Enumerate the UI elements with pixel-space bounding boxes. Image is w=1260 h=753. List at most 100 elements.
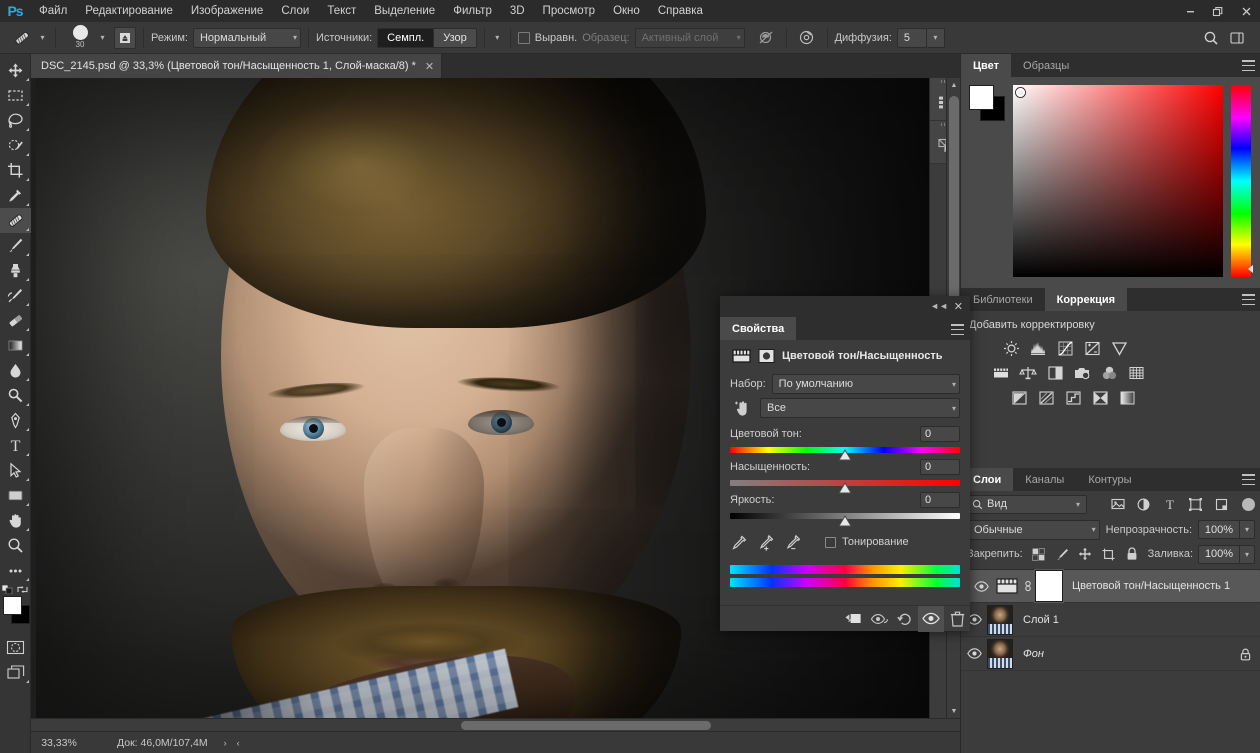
source-sampled-button[interactable]: Семпл.	[377, 27, 435, 48]
photo-filter-icon[interactable]	[1070, 362, 1094, 384]
eyedropper-tool[interactable]	[0, 183, 31, 208]
diffusion-field[interactable]: 5	[896, 27, 927, 48]
lightness-value[interactable]: 0	[920, 491, 960, 508]
view-previous-state-icon[interactable]	[866, 606, 892, 632]
close-icon[interactable]: ✕	[954, 300, 963, 313]
properties-panel-titlebar[interactable]: ◄◄ ✕	[720, 296, 970, 318]
layer-thumbnail[interactable]	[987, 638, 1013, 669]
screen-mode-button[interactable]	[0, 660, 31, 685]
workspace-switcher-icon[interactable]	[1224, 27, 1250, 49]
levels-icon[interactable]	[1026, 337, 1050, 359]
close-icon[interactable]: ✕	[425, 60, 434, 73]
rectangle-tool[interactable]	[0, 483, 31, 508]
menu-item-file[interactable]: Файл	[30, 0, 76, 22]
menu-item-help[interactable]: Справка	[649, 0, 712, 22]
document-tab[interactable]: DSC_2145.psd @ 33,3% (Цветовой тон/Насыщ…	[31, 54, 443, 78]
panel-menu-icon[interactable]	[1242, 294, 1255, 305]
black-white-icon[interactable]	[1043, 362, 1067, 384]
layer-visibility-toggle[interactable]	[968, 569, 994, 603]
delete-adjustment-icon[interactable]	[944, 606, 970, 632]
mask-link-icon[interactable]	[1020, 579, 1036, 593]
layer-filter-select[interactable]: Вид ▾	[967, 494, 1087, 514]
tab-adjustments[interactable]: Коррекция	[1044, 288, 1128, 311]
brush-tool[interactable]	[0, 233, 31, 258]
layer-name[interactable]: Слой 1	[1023, 614, 1059, 626]
blur-tool[interactable]	[0, 358, 31, 383]
slider-handle[interactable]	[838, 515, 852, 527]
history-brush-tool[interactable]	[0, 283, 31, 308]
filter-enable-toggle[interactable]	[1242, 497, 1255, 511]
scroll-up-icon[interactable]: ▲	[947, 78, 961, 92]
layer-thumbnail[interactable]	[987, 604, 1013, 635]
lock-all-icon[interactable]	[1124, 547, 1138, 562]
zoom-tool[interactable]	[0, 533, 31, 558]
type-filter-icon[interactable]: T	[1162, 495, 1177, 513]
edit-toolbar-tool[interactable]	[0, 558, 31, 583]
scroll-down-icon[interactable]: ▼	[947, 704, 961, 718]
menu-item-3d[interactable]: 3D	[501, 0, 534, 22]
fill-value[interactable]: 100%	[1198, 544, 1241, 564]
layer-name[interactable]: Цветовой тон/Насыщенность 1	[1072, 580, 1230, 592]
menu-item-image[interactable]: Изображение	[182, 0, 272, 22]
lock-artboard-icon[interactable]	[1101, 547, 1115, 562]
curves-icon[interactable]	[1053, 337, 1077, 359]
threshold-icon[interactable]	[1061, 387, 1085, 409]
hue-range-bar-result[interactable]	[730, 578, 960, 587]
fill-control[interactable]: 100% ▾	[1198, 544, 1256, 564]
healing-brush-tool[interactable]	[0, 208, 31, 233]
hue-value[interactable]: 0	[920, 425, 960, 442]
canvas-horizontal-scrollbar[interactable]	[31, 718, 960, 731]
tab-properties[interactable]: Свойства	[720, 317, 797, 340]
brush-preset-caret-icon[interactable]: ▾	[97, 27, 108, 49]
channel-select[interactable]: Все ▾	[760, 398, 960, 418]
hue-saturation-icon[interactable]	[989, 362, 1013, 384]
posterize-icon[interactable]	[1034, 387, 1058, 409]
panel-menu-icon[interactable]	[1242, 60, 1255, 71]
opacity-value[interactable]: 100%	[1198, 520, 1240, 539]
brush-panel-toggle-button[interactable]	[114, 26, 136, 49]
eyedropper-icon[interactable]	[730, 533, 748, 551]
scrollbar-thumb[interactable]	[461, 721, 711, 730]
gradient-tool[interactable]	[0, 333, 31, 358]
layer-visibility-toggle[interactable]	[961, 637, 987, 671]
menu-item-window[interactable]: Окно	[604, 0, 649, 22]
menu-item-text[interactable]: Текст	[318, 0, 365, 22]
table-row[interactable]: Цветовой тон/Насыщенность 1	[961, 569, 1260, 603]
move-tool[interactable]	[0, 58, 31, 83]
close-button[interactable]	[1232, 0, 1260, 22]
saturation-value[interactable]: 0	[920, 458, 960, 475]
lock-position-icon[interactable]	[1078, 547, 1092, 562]
tab-libraries[interactable]: Библиотеки	[961, 288, 1045, 311]
opacity-control[interactable]: 100% ▾	[1198, 520, 1255, 539]
blend-mode-select[interactable]: Обычные ▾	[967, 519, 1100, 540]
default-colors-icon[interactable]	[2, 585, 14, 594]
menu-item-filter[interactable]: Фильтр	[444, 0, 501, 22]
collapse-panel-icon[interactable]: ◄◄	[930, 301, 948, 311]
pattern-preset-caret-icon[interactable]: ▾	[492, 27, 503, 49]
eyedropper-add-icon[interactable]	[757, 533, 775, 551]
panel-menu-icon[interactable]	[1242, 474, 1255, 485]
path-selection-tool[interactable]	[0, 458, 31, 483]
source-pattern-button[interactable]: Узор	[434, 27, 477, 48]
adjustment-layer-thumbnail[interactable]	[994, 573, 1020, 599]
aligned-checkbox[interactable]: Выравн.	[517, 31, 582, 44]
selective-color-icon[interactable]	[1088, 387, 1112, 409]
brush-preset-picker[interactable]: 30	[63, 23, 97, 53]
mode-select[interactable]: Нормальный ▾	[192, 27, 301, 48]
color-balance-icon[interactable]	[1016, 362, 1040, 384]
chevron-down-icon[interactable]: ▾	[1240, 520, 1255, 539]
shape-filter-icon[interactable]	[1188, 495, 1203, 513]
saturation-slider-track[interactable]	[730, 480, 960, 494]
slider-handle[interactable]	[838, 449, 852, 461]
slider-handle[interactable]	[838, 482, 852, 494]
foreground-color-swatch[interactable]	[3, 596, 22, 615]
toggle-visibility-icon[interactable]	[918, 605, 944, 632]
lock-image-icon[interactable]	[1055, 547, 1069, 562]
vibrance-icon[interactable]	[1107, 337, 1131, 359]
menu-item-layers[interactable]: Слои	[272, 0, 318, 22]
invert-icon[interactable]	[1007, 387, 1031, 409]
hue-slider-track[interactable]	[730, 447, 960, 461]
quick-selection-tool[interactable]	[0, 133, 31, 158]
eyedropper-subtract-icon[interactable]	[784, 533, 802, 551]
gradient-map-icon[interactable]	[1115, 387, 1139, 409]
